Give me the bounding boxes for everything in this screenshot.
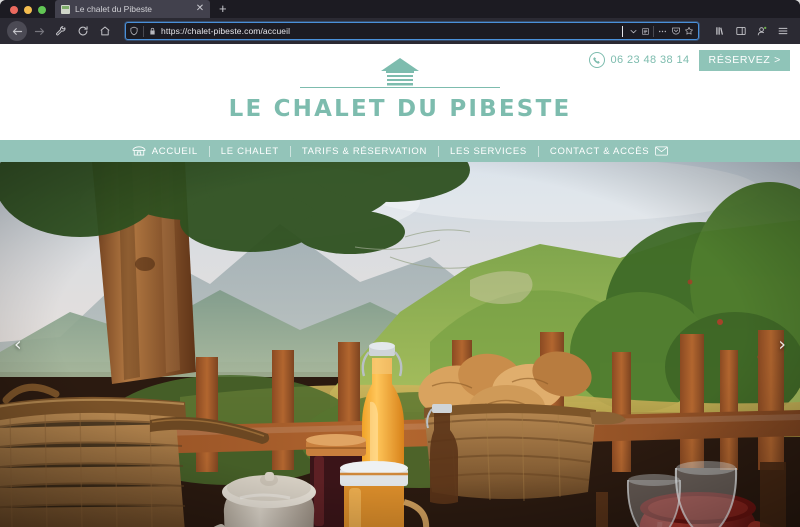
minimize-window-button[interactable] [24, 6, 32, 14]
logo-rule [300, 87, 500, 88]
app-menu-icon[interactable] [773, 21, 793, 41]
new-tab-button[interactable]: + [210, 2, 235, 18]
envelope-icon [655, 146, 669, 156]
home-icon [132, 146, 146, 156]
nav-item-les-services[interactable]: LES SERVICES [439, 146, 538, 157]
carousel-prev-button[interactable]: ‹ [8, 329, 28, 360]
browser-tab[interactable]: Le chalet du Pibeste ✕ [55, 0, 210, 18]
nav-label-tarifs-reservation: TARIFS & RÉSERVATION [301, 145, 428, 157]
lock-icon[interactable] [148, 27, 157, 36]
toolbar-right-actions [707, 21, 793, 41]
account-icon[interactable] [752, 21, 772, 41]
site-favicon-icon [61, 4, 70, 14]
bookmark-star-icon[interactable] [684, 26, 694, 36]
web-page: 06 23 48 38 14 RÉSERVEZ > LE CHALET DU P… [0, 44, 800, 527]
nav-label-accueil: ACCUEIL [151, 145, 198, 157]
nav-label-le-chalet: LE CHALET [220, 145, 279, 157]
nav-item-tarifs-reservation[interactable]: TARIFS & RÉSERVATION [291, 146, 438, 157]
reader-mode-icon[interactable] [641, 27, 650, 36]
url-text[interactable]: https://chalet-pibeste.com/accueil [161, 26, 618, 36]
site-header: 06 23 48 38 14 RÉSERVEZ > LE CHALET DU P… [0, 44, 800, 140]
close-tab-icon[interactable]: ✕ [194, 4, 206, 14]
nav-item-contact-acces[interactable]: CONTACT & ACCÈS [539, 146, 679, 157]
browser-window: Le chalet du Pibeste ✕ + https://chalet-… [0, 0, 800, 527]
tab-title: Le chalet du Pibeste [75, 4, 153, 14]
nav-item-le-chalet[interactable]: LE CHALET [210, 146, 290, 157]
carousel-next-button[interactable]: › [772, 329, 792, 360]
nav-item-accueil[interactable]: ACCUEIL [121, 146, 209, 157]
close-window-button[interactable] [10, 6, 18, 14]
address-bar-divider-2 [653, 25, 654, 37]
nav-label-les-services: LES SERVICES [450, 145, 527, 157]
logo-text: LE CHALET DU PIBESTE [228, 96, 572, 122]
address-bar[interactable]: https://chalet-pibeste.com/accueil [125, 22, 699, 40]
tab-strip: Le chalet du Pibeste ✕ + [0, 0, 800, 18]
back-button[interactable] [7, 21, 27, 41]
maximize-window-button[interactable] [38, 6, 46, 14]
reload-button[interactable] [73, 21, 93, 41]
text-caret [622, 25, 623, 37]
hero-carousel[interactable]: ‹ › [0, 162, 800, 527]
sidebar-toggle-icon[interactable] [731, 21, 751, 41]
pocket-save-icon[interactable] [671, 26, 681, 36]
home-button[interactable] [95, 21, 115, 41]
chevron-down-icon[interactable] [629, 27, 638, 36]
site-navigation: ACCUEIL LE CHALET TARIFS & RÉSERVATION L… [0, 140, 800, 162]
nav-label-contact-acces: CONTACT & ACCÈS [549, 145, 650, 157]
developer-tools-icon[interactable] [51, 21, 71, 41]
address-bar-divider [143, 25, 144, 37]
library-icon[interactable] [710, 21, 730, 41]
browser-toolbar: https://chalet-pibeste.com/accueil [0, 18, 800, 44]
site-logo[interactable]: LE CHALET DU PIBESTE [0, 56, 800, 122]
forward-button[interactable] [29, 21, 49, 41]
tracking-protection-shield-icon[interactable] [129, 26, 139, 36]
page-actions-ellipsis-icon[interactable] [657, 27, 668, 36]
logo-mark [300, 56, 500, 98]
hero-image [0, 162, 800, 527]
window-controls [0, 6, 55, 18]
nav-items: ACCUEIL LE CHALET TARIFS & RÉSERVATION L… [121, 145, 680, 157]
